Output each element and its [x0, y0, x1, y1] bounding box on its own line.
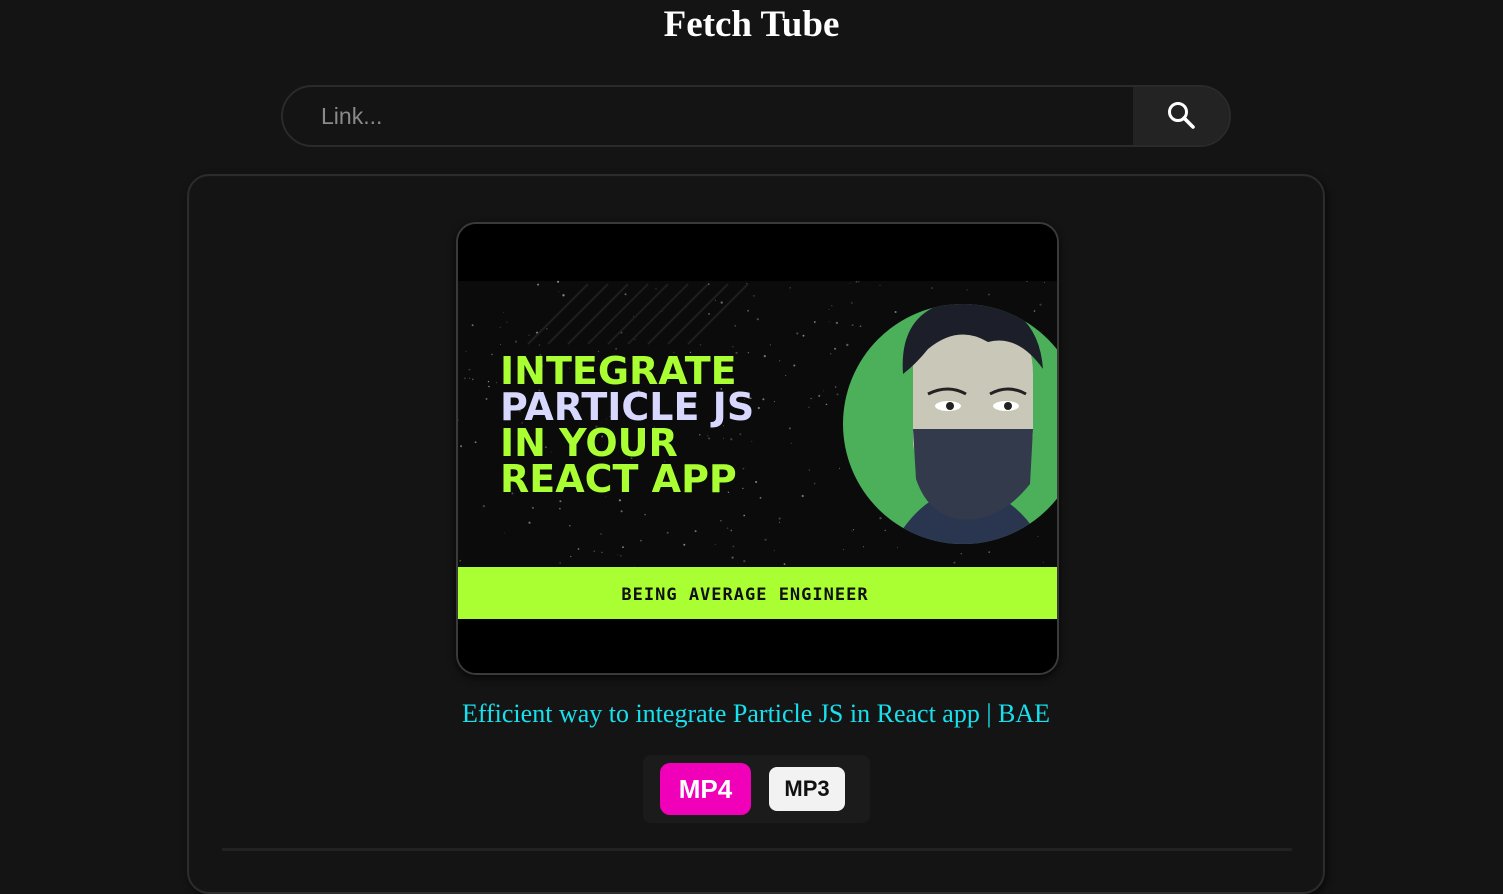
- thumb-headline-line-4: REACT APP: [500, 457, 737, 501]
- video-thumbnail[interactable]: INTEGRATE PARTICLE JS IN YOUR REACT APP: [456, 222, 1059, 675]
- app-title: Fetch Tube: [663, 4, 840, 45]
- video-title: Efficient way to integrate Particle JS i…: [461, 699, 1051, 728]
- search-icon: [1166, 100, 1196, 133]
- format-selector: MP4 MP3: [643, 755, 870, 823]
- search-bar: [281, 85, 1231, 147]
- search-button[interactable]: [1133, 87, 1229, 145]
- mp3-button[interactable]: MP3: [769, 767, 845, 811]
- mp4-button[interactable]: MP4: [660, 763, 751, 815]
- search-input[interactable]: [283, 87, 1133, 145]
- thumb-banner-text: BEING AVERAGE ENGINEER: [621, 585, 868, 605]
